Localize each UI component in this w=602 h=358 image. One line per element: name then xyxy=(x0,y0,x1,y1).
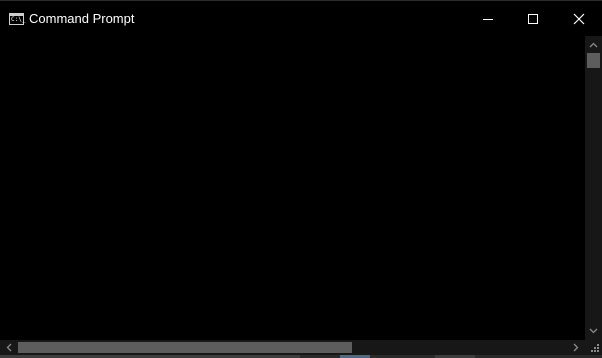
horizontal-scroll-thumb[interactable] xyxy=(18,342,352,353)
close-button[interactable] xyxy=(556,1,602,37)
close-icon xyxy=(573,13,585,25)
grip-dot xyxy=(594,350,596,352)
horizontal-scrollbar[interactable] xyxy=(0,340,585,355)
grip-dot xyxy=(597,350,599,352)
scroll-up-button[interactable] xyxy=(585,38,602,52)
grip-dot xyxy=(591,350,593,352)
minimize-icon xyxy=(483,18,493,20)
chevron-right-icon xyxy=(573,343,579,352)
scroll-right-button[interactable] xyxy=(568,340,584,355)
vertical-scrollbar[interactable] xyxy=(585,36,602,340)
cmd-icon-glyph: C:\_ xyxy=(11,16,26,23)
resize-grip-icon[interactable] xyxy=(585,340,602,355)
chevron-down-icon xyxy=(589,328,598,334)
maximize-button[interactable] xyxy=(510,1,556,37)
vertical-scroll-thumb[interactable] xyxy=(587,53,600,68)
scroll-left-button[interactable] xyxy=(1,340,17,355)
command-prompt-window: C:\_ Command Prompt xyxy=(0,0,602,358)
maximize-icon xyxy=(528,14,538,24)
cmd-icon[interactable]: C:\_ xyxy=(9,13,26,25)
window-title: Command Prompt xyxy=(29,11,135,26)
console-output[interactable] xyxy=(0,36,585,340)
chevron-left-icon xyxy=(6,343,12,352)
chevron-up-icon xyxy=(589,42,598,48)
title-bar[interactable]: C:\_ Command Prompt xyxy=(0,0,602,36)
scroll-down-button[interactable] xyxy=(585,324,602,338)
grip-dot xyxy=(597,344,599,346)
minimize-button[interactable] xyxy=(465,1,511,37)
grip-dot xyxy=(597,347,599,349)
grip-dot xyxy=(594,347,596,349)
